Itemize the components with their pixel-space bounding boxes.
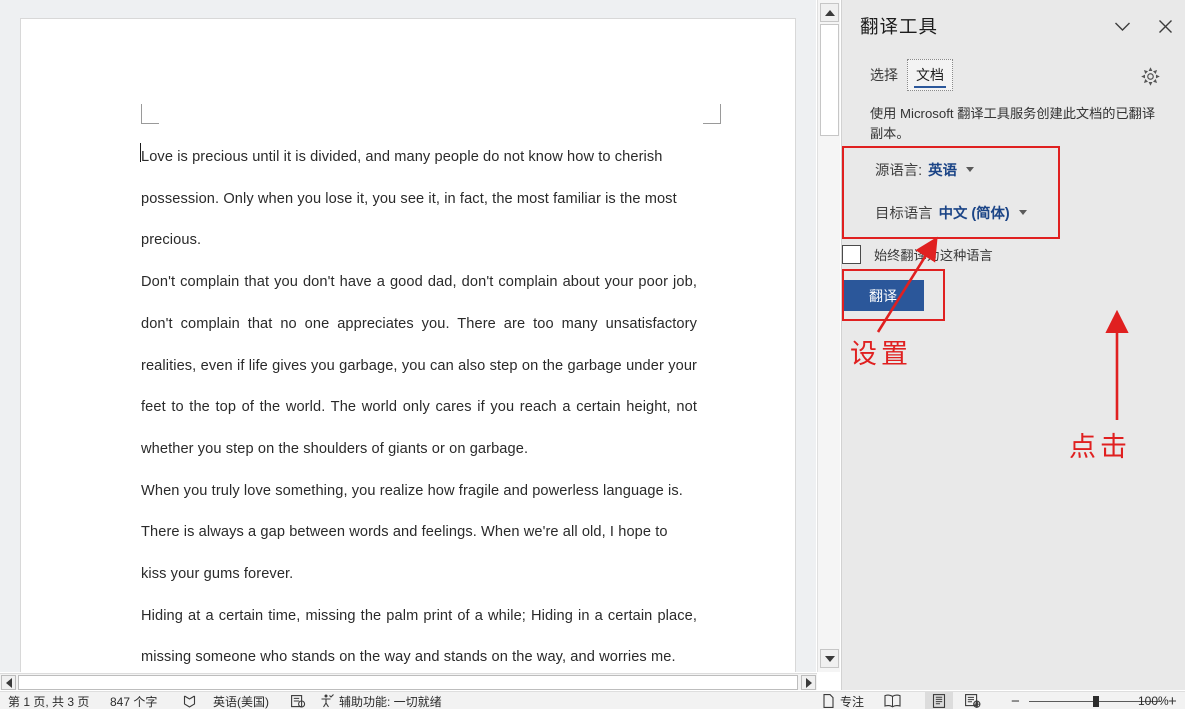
always-translate-label: 始终翻译为这种语言 <box>874 248 993 263</box>
document-paragraph: Love is precious until it is divided, an… <box>141 149 677 249</box>
triangle-right-icon <box>805 677 812 688</box>
web-layout-icon <box>965 694 981 708</box>
source-language-value: 英语 <box>928 163 957 179</box>
horizontal-scrollbar-thumb[interactable] <box>18 675 798 690</box>
tab-document[interactable]: 文档 <box>907 59 953 91</box>
document-paragraph: Don't complain that you don't have a goo… <box>141 274 697 457</box>
close-icon <box>1158 19 1172 33</box>
status-accessibility[interactable]: 辅助功能: 一切就绪 <box>320 692 442 709</box>
accessibility-label: 辅助功能: 一切就绪 <box>339 694 442 709</box>
scroll-up-button[interactable] <box>820 3 839 22</box>
word-window: Love is precious until it is divided, an… <box>0 0 1185 709</box>
source-language-label: 源语言: <box>875 163 923 179</box>
zoom-in-label: + <box>1168 692 1177 709</box>
status-read-mode[interactable] <box>884 692 901 709</box>
gear-icon <box>1140 66 1160 86</box>
margin-mark-top-left <box>141 104 159 124</box>
chevron-down-icon <box>965 167 974 172</box>
language-selectors: 源语言: 英语 目标语言 中文 (简体) <box>861 148 1074 236</box>
document-paragraph: Hiding at a certain time, missing the pa… <box>141 607 697 666</box>
accessibility-icon <box>320 694 334 708</box>
tab-selection[interactable]: 选择 <box>862 59 906 91</box>
scroll-left-button[interactable] <box>1 675 16 690</box>
document-page[interactable]: Love is precious until it is divided, an… <box>20 18 796 672</box>
translate-button[interactable]: 翻译 <box>842 280 924 311</box>
source-language-selector[interactable]: 源语言: 英语 <box>875 159 974 180</box>
print-layout-icon <box>932 694 946 708</box>
margin-mark-top-right <box>703 104 721 124</box>
triangle-up-icon <box>824 9 835 16</box>
zoom-slider-thumb[interactable] <box>1093 695 1099 707</box>
zoom-out-button[interactable]: − <box>1011 692 1020 709</box>
page-info-label: 第 1 页, 共 3 页 <box>8 694 90 709</box>
panel-settings-button[interactable] <box>1137 63 1163 89</box>
status-bar: 第 1 页, 共 3 页 847 个字 英语(美国) 辅助功能: 一切就绪 专注… <box>0 691 1185 709</box>
language-label: 英语(美国) <box>213 694 269 709</box>
document-horizontal-scrollbar[interactable] <box>0 673 817 690</box>
triangle-left-icon <box>5 677 12 688</box>
always-translate-row: 始终翻译为这种语言 <box>842 245 993 264</box>
word-count-label: 847 个字 <box>110 694 158 709</box>
focus-icon <box>822 694 835 708</box>
document-canvas: Love is precious until it is divided, an… <box>0 0 816 672</box>
chevron-down-icon <box>1018 210 1027 215</box>
focus-label: 专注 <box>840 694 865 709</box>
status-track-changes[interactable] <box>291 692 306 709</box>
panel-tabs: 选择 文档 <box>842 55 1185 95</box>
zoom-level[interactable]: 100% <box>1138 692 1169 709</box>
proofing-check-icon <box>183 695 197 708</box>
document-text-body[interactable]: Love is precious until it is divided, an… <box>141 137 697 672</box>
panel-collapse-button[interactable] <box>1108 13 1136 39</box>
zoom-in-button[interactable]: + <box>1168 692 1177 709</box>
zoom-level-label: 100% <box>1138 694 1169 708</box>
always-translate-checkbox[interactable] <box>842 245 861 264</box>
track-changes-icon <box>291 694 306 708</box>
document-paragraph: When you truly love something, you reali… <box>141 482 683 583</box>
target-language-selector[interactable]: 目标语言 中文 (简体) <box>875 202 1027 223</box>
panel-title: 翻译工具 <box>860 16 939 37</box>
translator-panel: 翻译工具 选择 文档 使用 Microsoft 翻译工具服务创建此文档的已翻译副… <box>841 0 1185 690</box>
tab-document-label: 文档 <box>916 67 944 83</box>
panel-close-button[interactable] <box>1151 13 1179 39</box>
target-language-value: 中文 (简体) <box>938 206 1010 222</box>
scroll-down-button[interactable] <box>820 649 839 668</box>
vertical-scrollbar-thumb[interactable] <box>820 24 839 136</box>
triangle-down-icon <box>824 655 835 662</box>
tab-selection-label: 选择 <box>870 67 898 83</box>
annotation-label-click: 点击 <box>1069 432 1131 462</box>
document-vertical-scrollbar[interactable] <box>817 0 840 672</box>
read-mode-icon <box>884 694 901 708</box>
status-proofing[interactable] <box>183 692 197 709</box>
status-word-count[interactable]: 847 个字 <box>110 692 157 709</box>
chevron-down-icon <box>1114 22 1130 31</box>
status-web-layout[interactable] <box>965 692 981 709</box>
scroll-right-button[interactable] <box>801 675 816 690</box>
annotation-label-settings: 设置 <box>850 339 912 369</box>
status-focus-mode[interactable]: 专注 <box>822 692 864 709</box>
status-page-info[interactable]: 第 1 页, 共 3 页 <box>8 692 89 709</box>
target-language-label: 目标语言 <box>875 206 933 222</box>
status-language[interactable]: 英语(美国) <box>213 692 269 709</box>
panel-description: 使用 Microsoft 翻译工具服务创建此文档的已翻译副本。 <box>870 106 1156 141</box>
translate-button-label: 翻译 <box>869 287 897 304</box>
zoom-out-label: − <box>1011 692 1020 709</box>
status-print-layout[interactable] <box>925 692 953 709</box>
